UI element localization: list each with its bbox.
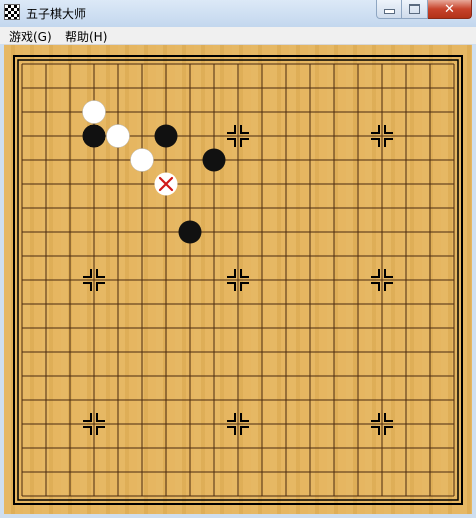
star-point-marker [384,269,393,278]
star-point-marker [384,282,393,291]
star-point-marker [227,413,236,422]
star-point-marker [240,269,249,278]
star-point-marker [384,138,393,147]
star-point-marker [384,413,393,422]
star-point-marker [227,426,236,435]
star-point-marker [83,426,92,435]
star-point-marker [371,269,380,278]
star-point-marker [227,282,236,291]
star-point-marker [371,125,380,134]
black-stone [82,124,106,148]
star-point-marker [240,125,249,134]
star-point-marker [227,125,236,134]
star-point-marker [240,426,249,435]
star-point-marker [83,413,92,422]
star-point-marker [371,413,380,422]
star-point-marker [240,413,249,422]
white-stone [82,100,106,124]
black-stone [202,148,226,172]
star-point-marker [384,426,393,435]
white-stone [130,148,154,172]
star-point-marker [83,282,92,291]
black-stone [154,124,178,148]
star-point-marker [371,138,380,147]
star-point-marker [371,282,380,291]
black-stone [178,220,202,244]
star-point-marker [240,138,249,147]
star-point-marker [227,269,236,278]
star-point-marker [83,269,92,278]
star-point-marker [384,125,393,134]
gomoku-board[interactable] [0,0,476,518]
star-point-marker [96,282,105,291]
star-point-marker [371,426,380,435]
star-point-marker [227,138,236,147]
star-point-marker [96,413,105,422]
white-stone [106,124,130,148]
star-point-marker [96,269,105,278]
star-point-marker [96,426,105,435]
star-point-marker [240,282,249,291]
